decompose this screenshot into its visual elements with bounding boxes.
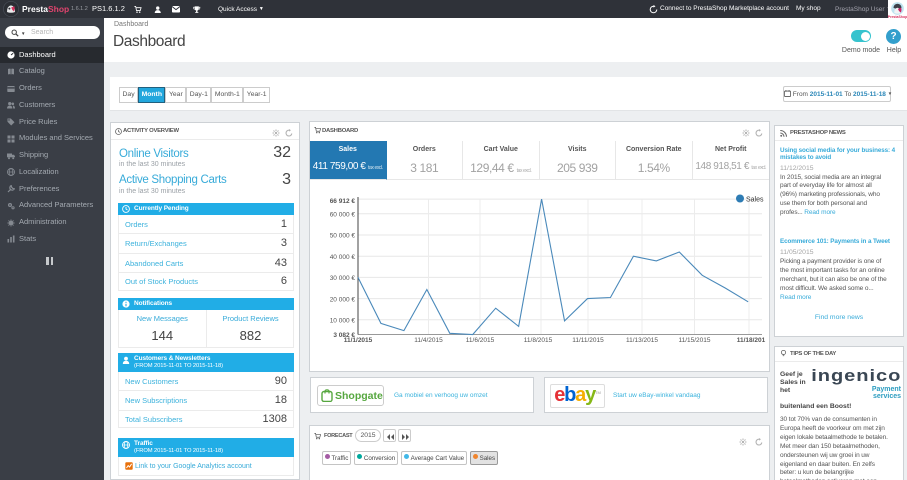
svg-text:50 000 €: 50 000 €: [330, 232, 356, 239]
svg-text:11/18/201: 11/18/201: [737, 337, 766, 344]
svg-text:11/1/2015: 11/1/2015: [344, 337, 373, 344]
svg-text:11/8/2015: 11/8/2015: [524, 337, 553, 344]
svg-text:60 000 €: 60 000 €: [330, 211, 356, 218]
svg-text:11/4/2015: 11/4/2015: [414, 337, 443, 344]
svg-text:11/15/2015: 11/15/2015: [678, 337, 710, 344]
svg-text:11/13/2015: 11/13/2015: [626, 337, 658, 344]
svg-text:30 000 €: 30 000 €: [330, 275, 356, 282]
svg-text:20 000 €: 20 000 €: [330, 296, 356, 303]
svg-text:66 912 €: 66 912 €: [330, 198, 356, 205]
svg-text:Sales: Sales: [746, 196, 764, 203]
svg-text:11/11/2015: 11/11/2015: [572, 337, 604, 344]
svg-text:40 000 €: 40 000 €: [330, 253, 356, 260]
svg-text:11/6/2015: 11/6/2015: [466, 337, 495, 344]
svg-text:10 000 €: 10 000 €: [330, 317, 356, 324]
